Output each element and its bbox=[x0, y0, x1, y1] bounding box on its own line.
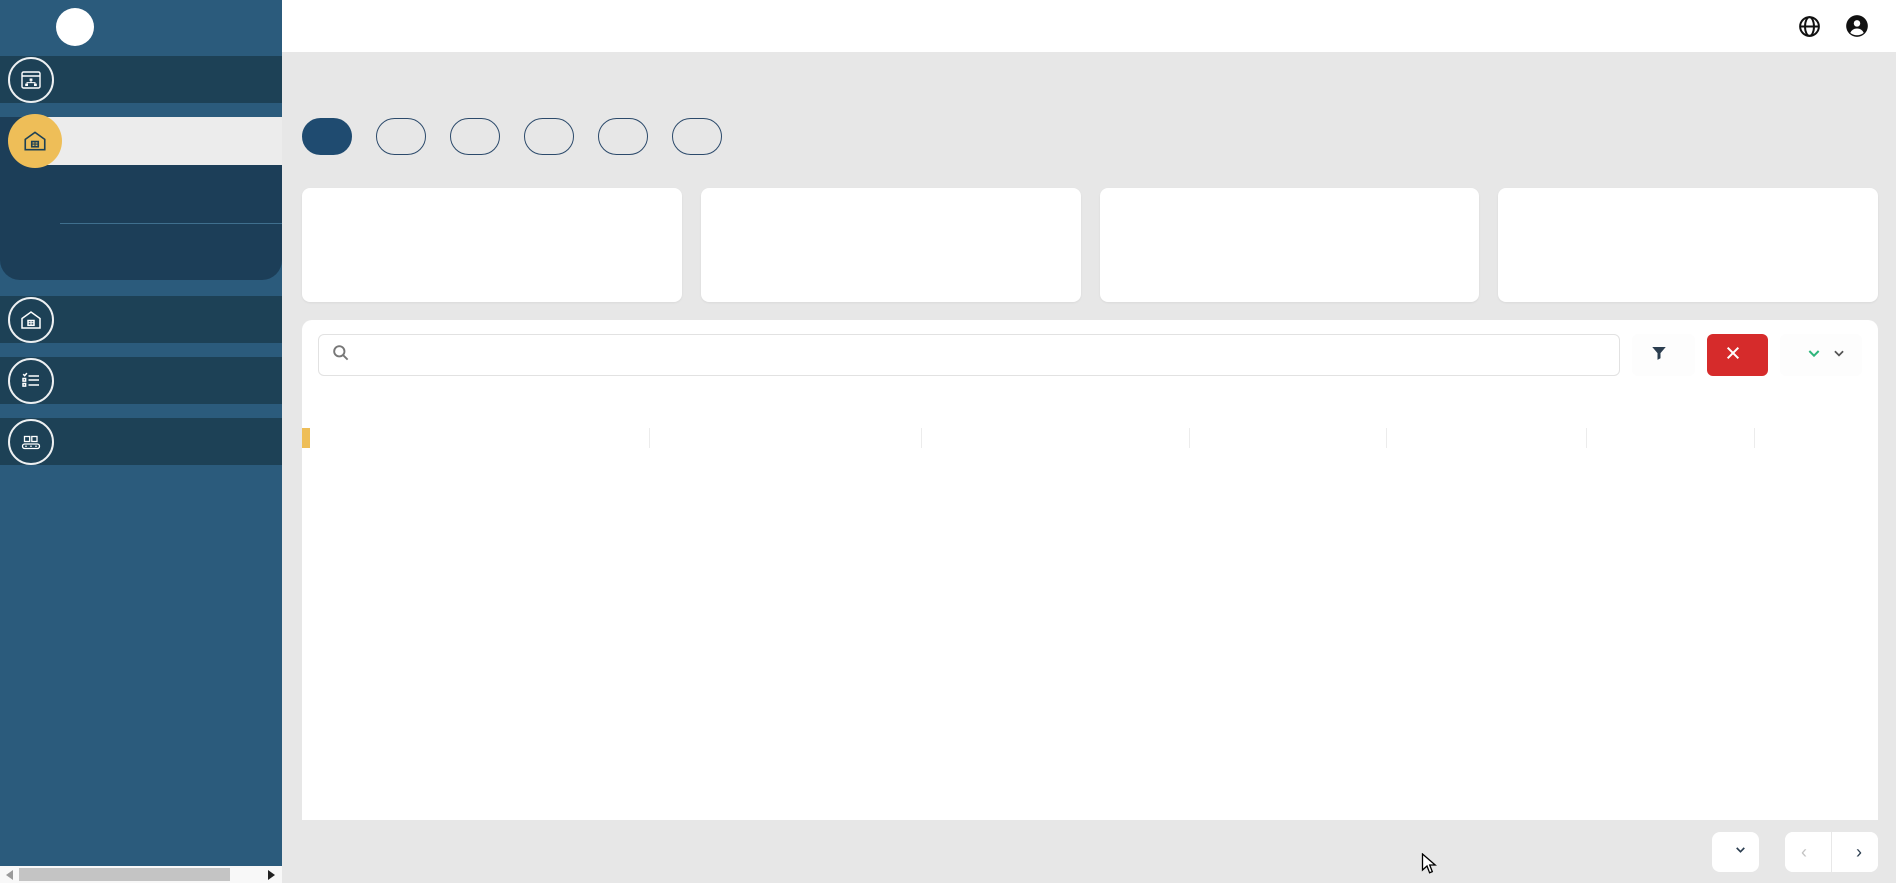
close-icon bbox=[1725, 345, 1741, 366]
table-header-row bbox=[302, 384, 1878, 428]
row-accent bbox=[302, 428, 310, 448]
stat-card-picking-completed bbox=[701, 188, 1081, 302]
table-row-partial bbox=[302, 428, 1878, 448]
dashboard-icon bbox=[8, 57, 54, 103]
globe-icon[interactable] bbox=[1797, 14, 1822, 39]
horizontal-scrollbar[interactable] bbox=[0, 866, 282, 883]
hopstack-logo-icon bbox=[56, 8, 94, 46]
funnel-icon bbox=[1650, 344, 1668, 367]
sort-direction-icon bbox=[1806, 345, 1822, 366]
tab-packing[interactable] bbox=[450, 118, 500, 155]
brand bbox=[0, 0, 282, 56]
submenu-divider bbox=[60, 223, 282, 224]
sidebar-item-dashboard[interactable] bbox=[0, 56, 282, 103]
topbar bbox=[282, 0, 1896, 52]
sidebar-item-operations[interactable] bbox=[0, 226, 282, 268]
per-page-select[interactable] bbox=[1712, 832, 1759, 872]
tab-picking[interactable] bbox=[376, 118, 426, 155]
active-highlight bbox=[45, 117, 282, 165]
sidebar-item-order-management[interactable] bbox=[0, 179, 282, 221]
stat-card-total-batches bbox=[302, 188, 682, 302]
tab-sorting[interactable] bbox=[524, 118, 574, 155]
sort-by-button[interactable] bbox=[1780, 334, 1862, 376]
account-icon[interactable] bbox=[1844, 13, 1870, 39]
chevron-down-icon bbox=[1734, 843, 1747, 861]
inbound-logistics-icon bbox=[8, 297, 54, 343]
main-area: ‹ › bbox=[282, 0, 1896, 883]
sidebar-item-inbound-logistics[interactable] bbox=[0, 296, 282, 343]
setup-icon bbox=[8, 419, 54, 465]
outbound-logistics-icon bbox=[8, 114, 62, 168]
tab-batching[interactable] bbox=[302, 118, 352, 155]
search-box bbox=[318, 334, 1620, 376]
next-page-button[interactable]: › bbox=[1832, 832, 1878, 872]
chevron-down-icon bbox=[1832, 345, 1846, 365]
search-icon bbox=[331, 343, 350, 367]
pagination-bar: ‹ › bbox=[302, 820, 1878, 883]
content: ‹ › bbox=[282, 52, 1896, 883]
inventory-icon bbox=[8, 358, 54, 404]
page-title bbox=[302, 74, 1878, 102]
chevron-left-icon: ‹ bbox=[1801, 843, 1807, 861]
stat-card-packing-completed bbox=[1100, 188, 1480, 302]
stats-row bbox=[302, 188, 1878, 302]
sidebar-item-setup[interactable] bbox=[0, 418, 282, 465]
scroll-right-icon[interactable] bbox=[268, 870, 275, 880]
scrollbar-thumb[interactable] bbox=[19, 868, 230, 881]
chevron-right-icon: › bbox=[1856, 843, 1862, 861]
sidebar-item-outbound-logistics[interactable] bbox=[0, 117, 282, 165]
sidebar bbox=[0, 0, 282, 866]
table-toolbar bbox=[302, 320, 1878, 384]
tab-shipping[interactable] bbox=[598, 118, 648, 155]
sidebar-group-outbound bbox=[0, 117, 282, 280]
tab-exceptions[interactable] bbox=[672, 118, 722, 155]
scroll-left-icon[interactable] bbox=[6, 870, 13, 880]
previous-page-button[interactable]: ‹ bbox=[1785, 832, 1832, 872]
search-input[interactable] bbox=[360, 345, 1599, 365]
batches-table-card bbox=[302, 320, 1878, 820]
stat-card-in-progress bbox=[1498, 188, 1878, 302]
sidebar-item-inventory[interactable] bbox=[0, 357, 282, 404]
filter-button[interactable] bbox=[1632, 334, 1695, 376]
clear-filters-button[interactable] bbox=[1707, 334, 1768, 376]
tab-bar bbox=[302, 118, 1878, 155]
